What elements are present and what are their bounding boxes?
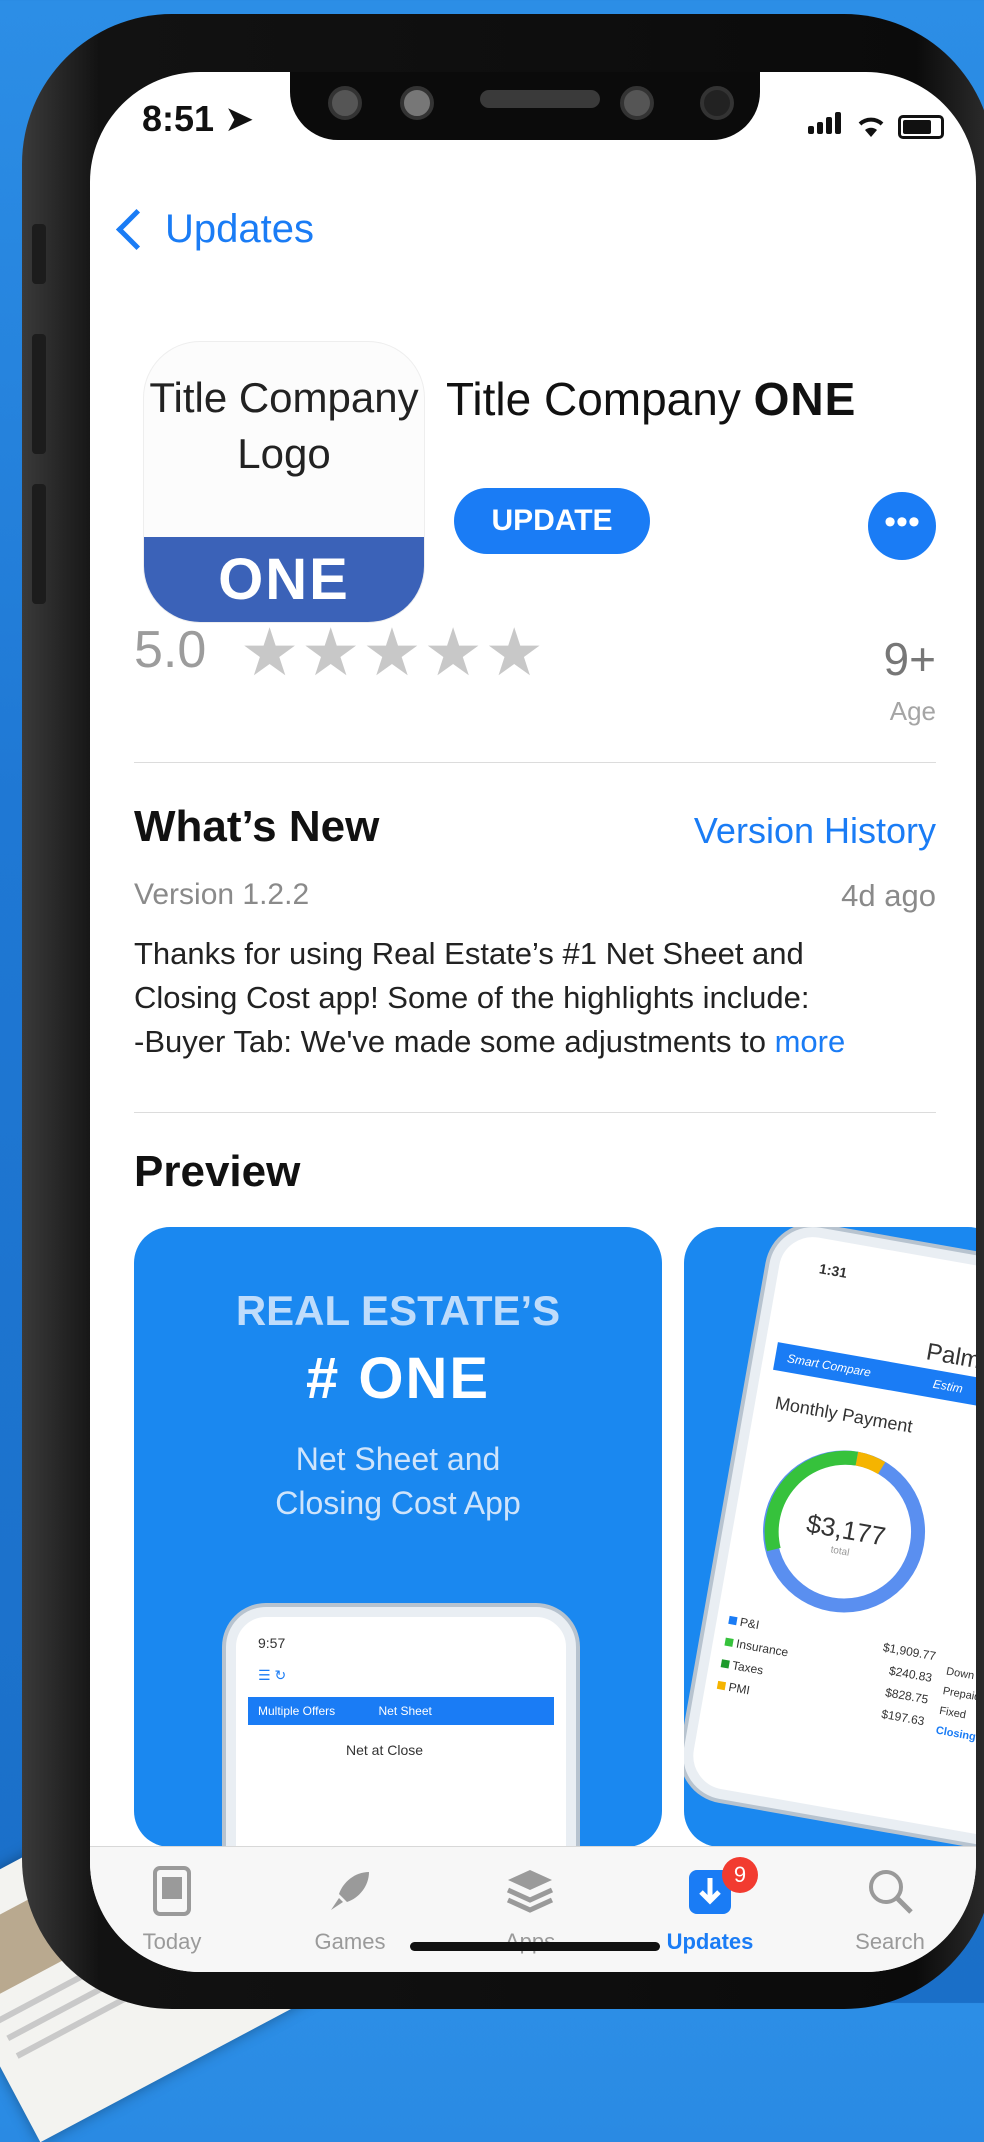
version-date: 4d ago [841, 878, 936, 913]
app-title: Title Company ONE [446, 373, 857, 425]
signal-icon [808, 112, 844, 139]
tab-today[interactable]: Today [112, 1863, 232, 1955]
release-notes: Thanks for using Real Estate’s #1 Net Sh… [134, 936, 846, 1059]
home-indicator[interactable] [410, 1942, 660, 1951]
version-history-link[interactable]: Version History [694, 810, 936, 852]
preview-brand: # ONE [305, 1346, 491, 1411]
preview-title: Preview [134, 1147, 301, 1196]
preview-screenshot-2[interactable]: 1:31 PalmAg Smart Compare Estim Monthly … [684, 1227, 976, 1847]
chevron-left-icon [115, 208, 158, 251]
today-icon [153, 1866, 191, 1916]
tab-games[interactable]: Games [290, 1863, 410, 1955]
tab-search[interactable]: Search [830, 1863, 950, 1955]
preview-phone-mockup: 9:57 ☰ ↻ Multiple Offers Net Sheet Net a… [226, 1607, 576, 1847]
app-icon: Title Company Logo ONE [144, 342, 424, 622]
tab-bar: Today Games Apps 9 Updates Search [90, 1846, 976, 1972]
preview-screenshot-1[interactable]: REAL ESTATE’S # ONE Net Sheet and Closin… [134, 1227, 662, 1847]
version-label: Version 1.2.2 [134, 878, 310, 911]
back-label: Updates [165, 207, 314, 251]
star-rating-icon: ★★★★★ [240, 615, 546, 689]
rocket-icon [331, 1872, 369, 1910]
battery-icon [898, 115, 944, 139]
preview-phone-mockup-2: 1:31 PalmAg Smart Compare Estim Monthly … [684, 1227, 976, 1847]
status-time: 8:51 ➤ [142, 98, 255, 139]
tab-updates[interactable]: 9 Updates [650, 1857, 770, 1955]
divider [134, 1112, 936, 1113]
wifi-icon [858, 117, 884, 137]
search-icon [869, 1870, 913, 1914]
app-store-screen: 8:51 ➤ Updates Title Company Logo ONE Ti… [90, 72, 976, 1972]
more-link[interactable]: more [775, 1024, 846, 1059]
whats-new-title: What’s New [134, 802, 380, 851]
app-icon-brand: ONE [144, 537, 424, 622]
app-icon-logo-text: Title Company Logo [149, 374, 419, 477]
preview-subtitle: Net Sheet and Closing Cost App [275, 1441, 521, 1521]
layers-icon [506, 1870, 554, 1913]
rating-value: 5.0 [134, 621, 207, 679]
phone-frame: 8:51 ➤ Updates Title Company Logo ONE Ti… [22, 14, 984, 2009]
update-button[interactable]: UPDATE [454, 488, 650, 554]
more-options-button[interactable]: ••• [868, 492, 936, 560]
age-label: Age [889, 696, 936, 726]
preview-headline: REAL ESTATE’S [235, 1287, 561, 1334]
notch [290, 72, 760, 140]
back-button[interactable]: Updates [114, 207, 314, 252]
age-rating: 9+ Age [884, 632, 936, 727]
status-icons [808, 112, 944, 139]
updates-badge: 9 [722, 1857, 758, 1893]
divider [134, 762, 936, 763]
age-value: 9+ [883, 633, 936, 685]
